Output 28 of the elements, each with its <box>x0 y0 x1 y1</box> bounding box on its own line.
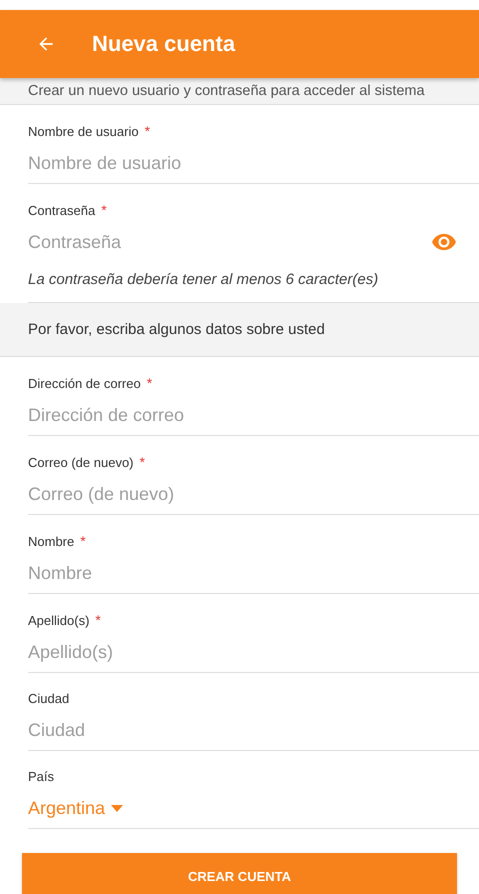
caret-icon <box>111 804 124 812</box>
field-label: Nombre <box>28 534 74 549</box>
field-label: Contraseña <box>28 203 96 218</box>
required-mark: * <box>146 375 152 391</box>
input-field[interactable]: Correo (de nuevo) <box>28 479 479 509</box>
page-title: Nueva cuenta <box>92 31 236 57</box>
required-mark: * <box>144 123 150 139</box>
input-field[interactable]: Nombre de usuario <box>28 148 479 178</box>
input-field[interactable]: Nombre <box>28 558 479 588</box>
required-mark: * <box>80 533 86 549</box>
input-field[interactable]: Apellido(s) <box>28 637 479 667</box>
create-account-button[interactable]: CREAR CUENTA <box>22 853 457 894</box>
field-label: Ciudad <box>28 691 70 706</box>
input-field[interactable]: Ciudad <box>28 715 479 745</box>
required-mark: * <box>95 612 101 628</box>
field-label: País <box>28 769 54 784</box>
country-dropdown[interactable]: Argentina <box>28 793 124 823</box>
section-note: Por favor, escriba algunos datos sobre usted <box>28 320 326 340</box>
field-label: Dirección de correo <box>28 376 141 391</box>
required-mark: * <box>101 202 107 218</box>
field-label: Apellido(s) <box>28 613 90 628</box>
input-field[interactable]: Contraseña <box>28 227 431 257</box>
field-label: Nombre de usuario <box>28 124 139 139</box>
hint-text: La contraseña debería tener al menos 6 caracter(es) <box>28 271 380 290</box>
input-field[interactable]: Dirección de correo <box>28 400 479 430</box>
field-label: Correo (de nuevo) <box>28 455 134 470</box>
required-mark: * <box>140 454 145 470</box>
intro-text: Crear un nuevo usuario y contraseña para acceder al sistema <box>28 82 426 101</box>
